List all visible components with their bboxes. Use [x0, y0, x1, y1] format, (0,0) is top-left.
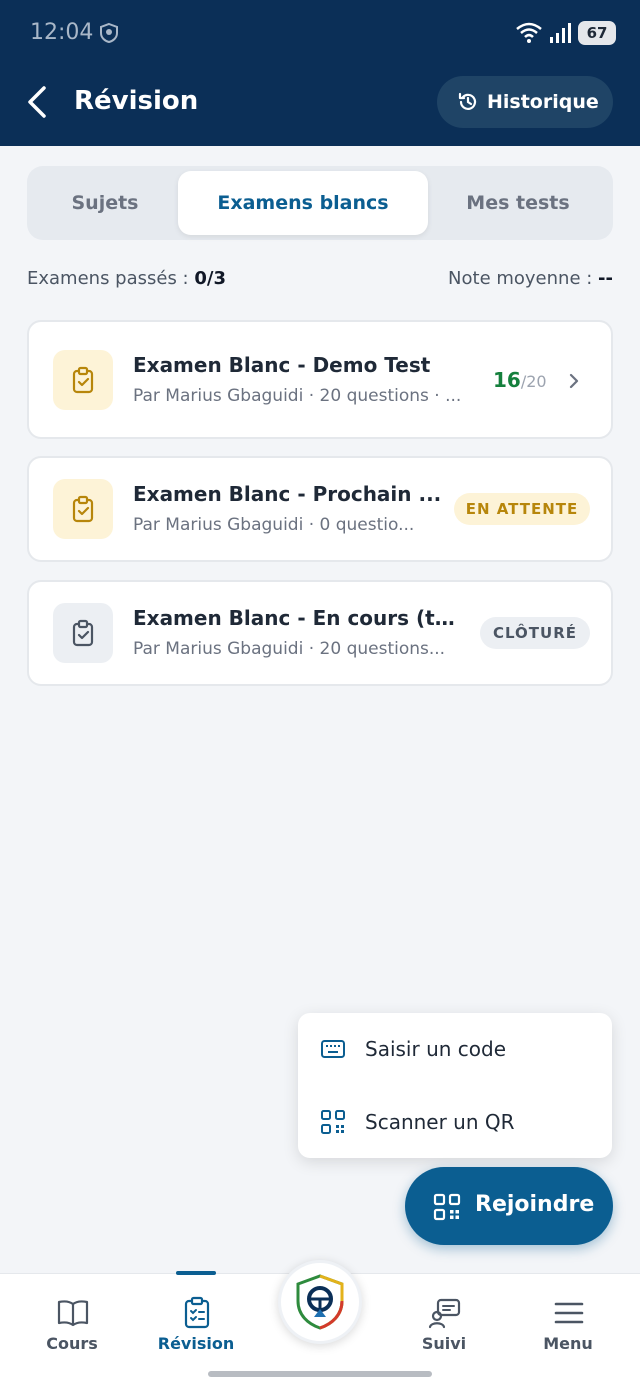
clipboard-check-icon — [72, 619, 94, 647]
exam-icon-box — [53, 350, 113, 410]
nav-item-menu[interactable]: Menu — [508, 1274, 628, 1374]
home-indicator-bar — [208, 1371, 432, 1377]
wifi-icon — [516, 22, 542, 43]
exam-title: Examen Blanc - Demo Test — [133, 353, 431, 377]
clipboard-icon — [184, 1296, 210, 1329]
back-button[interactable] — [20, 82, 60, 122]
average-score-label: Note moyenne : — [448, 268, 599, 289]
exam-score-value: 16 — [493, 368, 521, 392]
nav-item-revision[interactable]: Révision — [136, 1274, 256, 1374]
average-score-value: -- — [598, 268, 613, 289]
exam-card[interactable]: Examen Blanc - En cours (te... Par Mariu… — [27, 580, 613, 686]
shield-icon — [100, 22, 118, 44]
history-button[interactable]: Historique — [437, 76, 613, 128]
keyboard-icon — [321, 1040, 345, 1058]
average-score-stat: Note moyenne : -- — [448, 268, 613, 289]
status-bar: 12:04 67 — [0, 0, 640, 66]
exam-subtitle: Par Marius Gbaguidi · 20 questions... — [133, 639, 446, 659]
tab-examens-blancs[interactable]: Examens blancs — [178, 171, 428, 235]
exam-subtitle: Par Marius Gbaguidi · 0 questio... — [133, 515, 415, 535]
join-fab-label: Rejoindre — [475, 1192, 595, 1217]
chat-user-icon — [428, 1298, 461, 1329]
segmented-tabs: Sujets Examens blancs Mes tests — [27, 166, 613, 240]
qr-code-icon — [433, 1193, 461, 1221]
exam-subtitle: Par Marius Gbaguidi · 20 questions · ... — [133, 386, 462, 406]
scan-qr-label: Scanner un QR — [365, 1110, 515, 1134]
history-button-label: Historique — [487, 91, 599, 113]
status-badge-pending: EN ATTENTE — [454, 493, 590, 525]
chevron-right-icon — [569, 373, 579, 389]
nav-label-revision: Révision — [157, 1334, 235, 1353]
app-header: 12:04 67 Révision Historique — [0, 0, 640, 146]
nav-item-cours[interactable]: Cours — [12, 1274, 132, 1374]
exam-icon-box — [53, 479, 113, 539]
nav-item-suivi[interactable]: Suivi — [384, 1274, 504, 1374]
enter-code-menu-item[interactable]: Saisir un code — [298, 1019, 612, 1079]
signal-icon — [550, 23, 571, 43]
menu-icon — [554, 1302, 584, 1324]
tab-sujets[interactable]: Sujets — [32, 171, 178, 235]
history-icon — [458, 92, 477, 110]
join-options-menu: Saisir un code Scanner un QR — [298, 1013, 612, 1158]
nav-label-suivi: Suivi — [421, 1334, 467, 1353]
status-badge-closed: CLÔTURÉ — [480, 617, 590, 649]
clipboard-check-icon — [72, 366, 94, 394]
book-icon — [57, 1300, 89, 1327]
app-logo-icon — [296, 1274, 344, 1330]
battery-indicator: 67 — [578, 21, 616, 45]
exams-passed-label: Examens passés : — [27, 268, 195, 289]
page-title: Révision — [74, 86, 199, 116]
app-logo-button[interactable] — [278, 1260, 362, 1344]
status-time: 12:04 — [30, 20, 94, 45]
exam-score: 16/20 — [493, 368, 547, 392]
exam-title: Examen Blanc - En cours (te... — [133, 606, 463, 630]
qr-code-icon — [321, 1110, 345, 1134]
exam-title: Examen Blanc - Prochain ... — [133, 482, 442, 506]
clipboard-check-icon — [72, 495, 94, 523]
nav-label-cours: Cours — [46, 1334, 98, 1353]
nav-label-menu: Menu — [543, 1334, 593, 1353]
exam-card[interactable]: Examen Blanc - Prochain ... Par Marius G… — [27, 456, 613, 562]
exams-passed-stat: Examens passés : 0/3 — [27, 268, 226, 289]
join-fab-button[interactable]: Rejoindre — [405, 1167, 613, 1245]
enter-code-label: Saisir un code — [365, 1037, 507, 1061]
active-tab-indicator — [176, 1271, 216, 1275]
exam-score-denominator: /20 — [520, 372, 547, 391]
exams-passed-value: 0/3 — [194, 268, 226, 289]
tab-mes-tests[interactable]: Mes tests — [428, 171, 608, 235]
exam-icon-box — [53, 603, 113, 663]
exam-card[interactable]: Examen Blanc - Demo Test Par Marius Gbag… — [27, 320, 613, 439]
scan-qr-menu-item[interactable]: Scanner un QR — [298, 1092, 612, 1152]
